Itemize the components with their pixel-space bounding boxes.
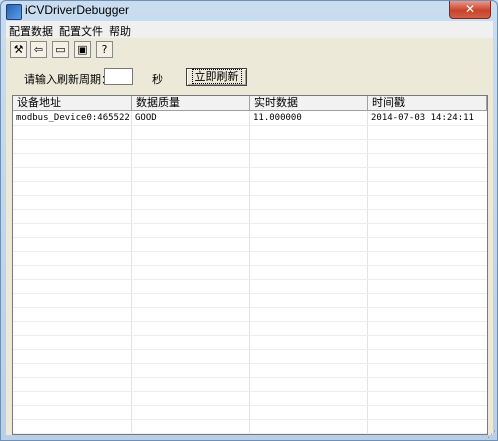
tools-icon[interactable]: ⚒ xyxy=(10,41,27,58)
column-header-timestamp[interactable]: 时间戳 xyxy=(368,96,487,111)
row-gridline xyxy=(13,433,487,434)
exit-door-icon[interactable]: ⇦ xyxy=(30,41,47,58)
help-icon[interactable]: ? xyxy=(96,41,113,58)
cell-realtime-data: 11.000000 xyxy=(253,113,302,123)
refresh-period-input[interactable] xyxy=(104,68,133,85)
row-gridline xyxy=(13,167,487,168)
menu-config-data[interactable]: 配置数据 xyxy=(9,23,53,39)
refresh-now-button[interactable]: 立即刷新 xyxy=(186,68,247,86)
column-header-device-address[interactable]: 设备地址 xyxy=(13,96,132,111)
menu-bar: 配置数据 配置文件 帮助 xyxy=(6,21,493,38)
row-gridline xyxy=(13,293,487,294)
column-header-data-quality[interactable]: 数据质量 xyxy=(132,96,250,111)
row-gridline xyxy=(13,307,487,308)
row-gridline xyxy=(13,349,487,350)
row-gridline xyxy=(13,405,487,406)
resize-grip-icon[interactable]: ⋰ xyxy=(487,430,497,440)
column-header-realtime-data[interactable]: 实时数据 xyxy=(250,96,368,111)
row-gridline xyxy=(13,223,487,224)
row-gridline xyxy=(13,265,487,266)
title-bar[interactable]: iCVDriverDebugger ✕ xyxy=(1,1,497,21)
row-gridline xyxy=(13,363,487,364)
open-folder-icon[interactable]: ▭ xyxy=(52,41,69,58)
row-gridline xyxy=(13,279,487,280)
cell-data-quality: GOOD xyxy=(135,113,157,123)
refresh-now-label: 立即刷新 xyxy=(191,69,242,84)
toolbar: ⚒ ⇦ ▭ ▣ ? xyxy=(6,39,493,63)
row-gridline xyxy=(13,209,487,210)
column-divider xyxy=(367,111,368,434)
column-divider xyxy=(131,111,132,434)
close-button[interactable]: ✕ xyxy=(449,1,491,19)
row-gridline xyxy=(13,195,487,196)
row-gridline xyxy=(13,181,487,182)
menu-help[interactable]: 帮助 xyxy=(109,23,131,39)
app-window: iCVDriverDebugger ✕ 配置数据 配置文件 帮助 ⚒ ⇦ ▭ ▣… xyxy=(0,0,498,441)
client-area: 配置数据 配置文件 帮助 ⚒ ⇦ ▭ ▣ ? 请输入刷新周期： 秒 立即刷新 设… xyxy=(6,21,493,435)
row-gridline xyxy=(13,377,487,378)
row-gridline xyxy=(13,391,487,392)
cell-timestamp: 2014-07-03 14:24:11 xyxy=(371,113,474,123)
cell-device-address: modbus_Device0:465522 xyxy=(16,113,130,123)
menu-config-file[interactable]: 配置文件 xyxy=(59,23,103,39)
row-gridline xyxy=(13,153,487,154)
save-disk-icon[interactable]: ▣ xyxy=(74,41,91,58)
row-gridline xyxy=(13,321,487,322)
seconds-unit-label: 秒 xyxy=(152,73,163,86)
row-gridline xyxy=(13,139,487,140)
refresh-period-label: 请输入刷新周期： xyxy=(24,73,112,86)
data-table[interactable]: 设备地址 数据质量 实时数据 时间戳 modbus_Device0:465522… xyxy=(12,95,488,435)
row-gridline xyxy=(13,125,487,126)
row-gridline xyxy=(13,419,487,420)
row-gridline xyxy=(13,237,487,238)
row-gridline xyxy=(13,335,487,336)
column-divider xyxy=(249,111,250,434)
window-title: iCVDriverDebugger xyxy=(25,3,130,17)
row-gridline xyxy=(13,251,487,252)
app-icon xyxy=(6,4,22,20)
